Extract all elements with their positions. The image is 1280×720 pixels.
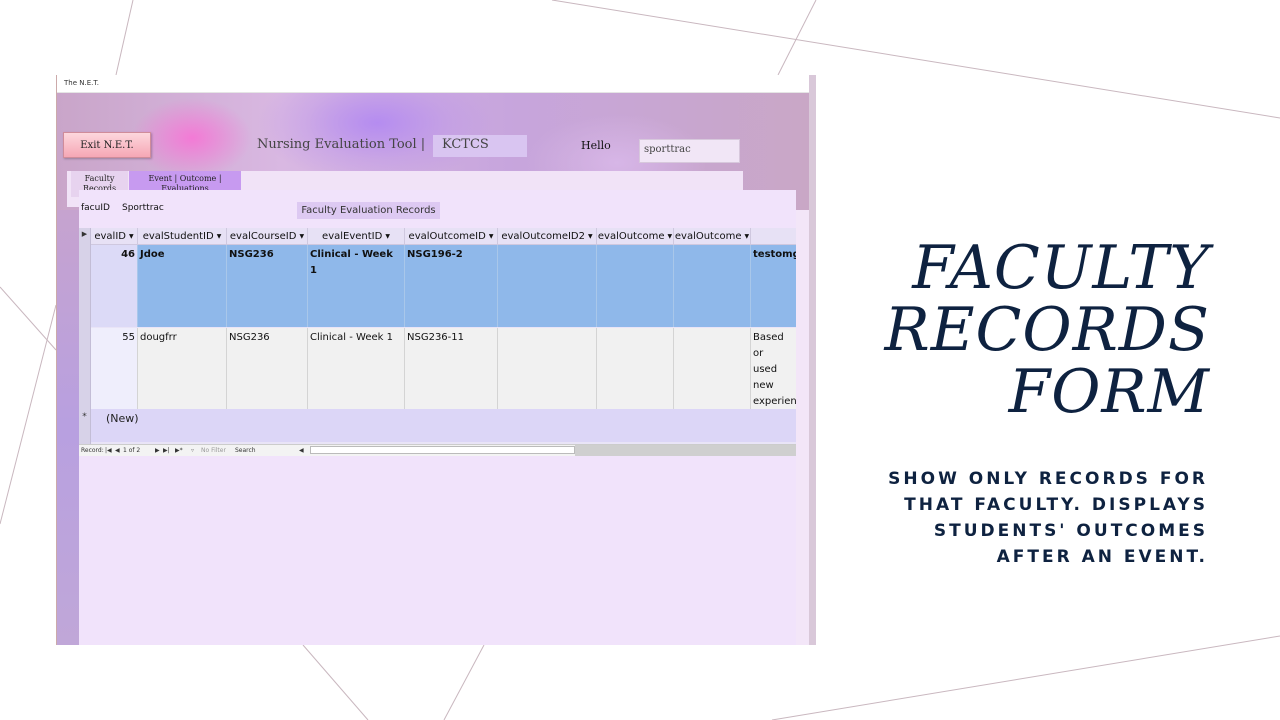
cell-evalid[interactable]: 46 (91, 245, 138, 327)
cell-evaloutcome-2[interactable] (674, 328, 751, 410)
cell-evalstudentid[interactable]: Jdoe (138, 245, 227, 327)
previous-record-icon[interactable]: ◀ (115, 447, 120, 454)
last-record-icon[interactable]: ▶| (163, 447, 170, 454)
cell-evaleventid[interactable]: Clinical - Week 1 (308, 245, 405, 327)
app-window: The N.E.T. Exit N.E.T. Nursing Evaluatio… (56, 75, 816, 645)
scroll-left-icon[interactable]: ◀ (299, 447, 304, 454)
horizontal-scrollbar[interactable] (310, 446, 575, 454)
new-record-row[interactable]: (New) (91, 409, 796, 442)
column-header-evaloutcomeid2[interactable]: evalOutcomeID2 ▼ (498, 228, 597, 245)
username-value: sporttrac (644, 144, 691, 155)
left-decorative-strip (57, 210, 79, 645)
facu-id-label: facuID (81, 203, 110, 213)
cell-notes[interactable]: Based or used new experien XI. Use (751, 328, 796, 410)
new-record-nav-icon[interactable]: ▶* (175, 447, 183, 454)
first-record-icon[interactable]: |◀ (105, 447, 112, 454)
org-name: KCTCS (442, 137, 489, 152)
record-label: Record: (81, 447, 104, 454)
column-header-notes[interactable] (751, 228, 796, 245)
records-title: Faculty Evaluation Records (297, 202, 440, 219)
table-row[interactable]: 55 dougfrr NSG236 Clinical - Week 1 NSG2… (91, 328, 796, 410)
column-header-evalid[interactable]: evalID ▼ (91, 228, 138, 245)
filter-status[interactable]: No Filter (201, 447, 226, 454)
cell-evaloutcomeid[interactable]: NSG236-11 (405, 328, 498, 410)
hello-label: Hello (581, 139, 611, 152)
scrollbar-track (575, 445, 796, 456)
cell-notes[interactable]: testomg (751, 245, 796, 327)
column-header-evaloutcome-2[interactable]: evalOutcome ▼ (674, 228, 751, 245)
cell-evalstudentid[interactable]: dougfrr (138, 328, 227, 410)
cell-evalid[interactable]: 55 (91, 328, 138, 410)
facu-id-value[interactable]: Sporttrac (122, 203, 164, 213)
column-header-evaloutcome[interactable]: evalOutcome ▼ (597, 228, 674, 245)
window-title: The N.E.T. (64, 79, 100, 87)
cell-evaloutcome-2[interactable] (674, 245, 751, 327)
new-record-label: (New) (106, 412, 139, 425)
window-title-bar: The N.E.T. (57, 75, 816, 93)
column-header-evalcourseid[interactable]: evalCourseID ▼ (227, 228, 308, 245)
cell-evaloutcomeid2[interactable] (498, 245, 597, 327)
next-record-icon[interactable]: ▶ (155, 447, 160, 454)
records-datasheet: ▶ * evalID ▼ evalStudentID ▼ evalCourseID ▼… (79, 228, 796, 444)
column-header-evaleventid[interactable]: evalEventID ▼ (308, 228, 405, 245)
search-box[interactable]: Search (235, 447, 256, 454)
cell-evaloutcome[interactable] (597, 245, 674, 327)
record-navigation-bar: Record: |◀ ◀ 1 of 2 ▶ ▶| ▶* ▿ No Filter … (79, 444, 796, 456)
column-header-evaloutcomeid[interactable]: evalOutcomeID ▼ (405, 228, 498, 245)
current-record-arrow-icon[interactable]: ▶ (79, 230, 90, 238)
username-field[interactable]: sporttrac (639, 139, 740, 163)
record-selector-column: ▶ * (79, 228, 91, 444)
app-title: Nursing Evaluation Tool | KCTCS (253, 135, 529, 157)
cell-evalcourseid[interactable]: NSG236 (227, 328, 308, 410)
form-content: facuID Sporttrac Faculty Evaluation Reco… (79, 190, 796, 645)
app-title-text: Nursing Evaluation Tool | (257, 137, 426, 152)
filter-icon[interactable]: ▿ (191, 447, 194, 454)
record-position-field[interactable]: 1 of 2 (123, 447, 140, 454)
new-record-icon[interactable]: * (79, 412, 90, 422)
cell-evaloutcomeid2[interactable] (498, 328, 597, 410)
cell-evaloutcome[interactable] (597, 328, 674, 410)
column-header-evalstudentid[interactable]: evalStudentID ▼ (138, 228, 227, 245)
cell-evaloutcomeid[interactable]: NSG196-2 (405, 245, 498, 327)
cell-evaleventid[interactable]: Clinical - Week 1 (308, 328, 405, 410)
table-row[interactable]: 46 Jdoe NSG236 Clinical - Week 1 NSG196-… (91, 245, 796, 327)
slide-subtitle: SHOW ONLY RECORDS FOR THAT FACULTY. DISP… (888, 469, 1208, 567)
cell-evalcourseid[interactable]: NSG236 (227, 245, 308, 327)
window-right-edge (809, 75, 816, 645)
exit-button[interactable]: Exit N.E.T. (63, 132, 151, 158)
slide-title: FACULTY RECORDS FORM (884, 233, 1210, 427)
